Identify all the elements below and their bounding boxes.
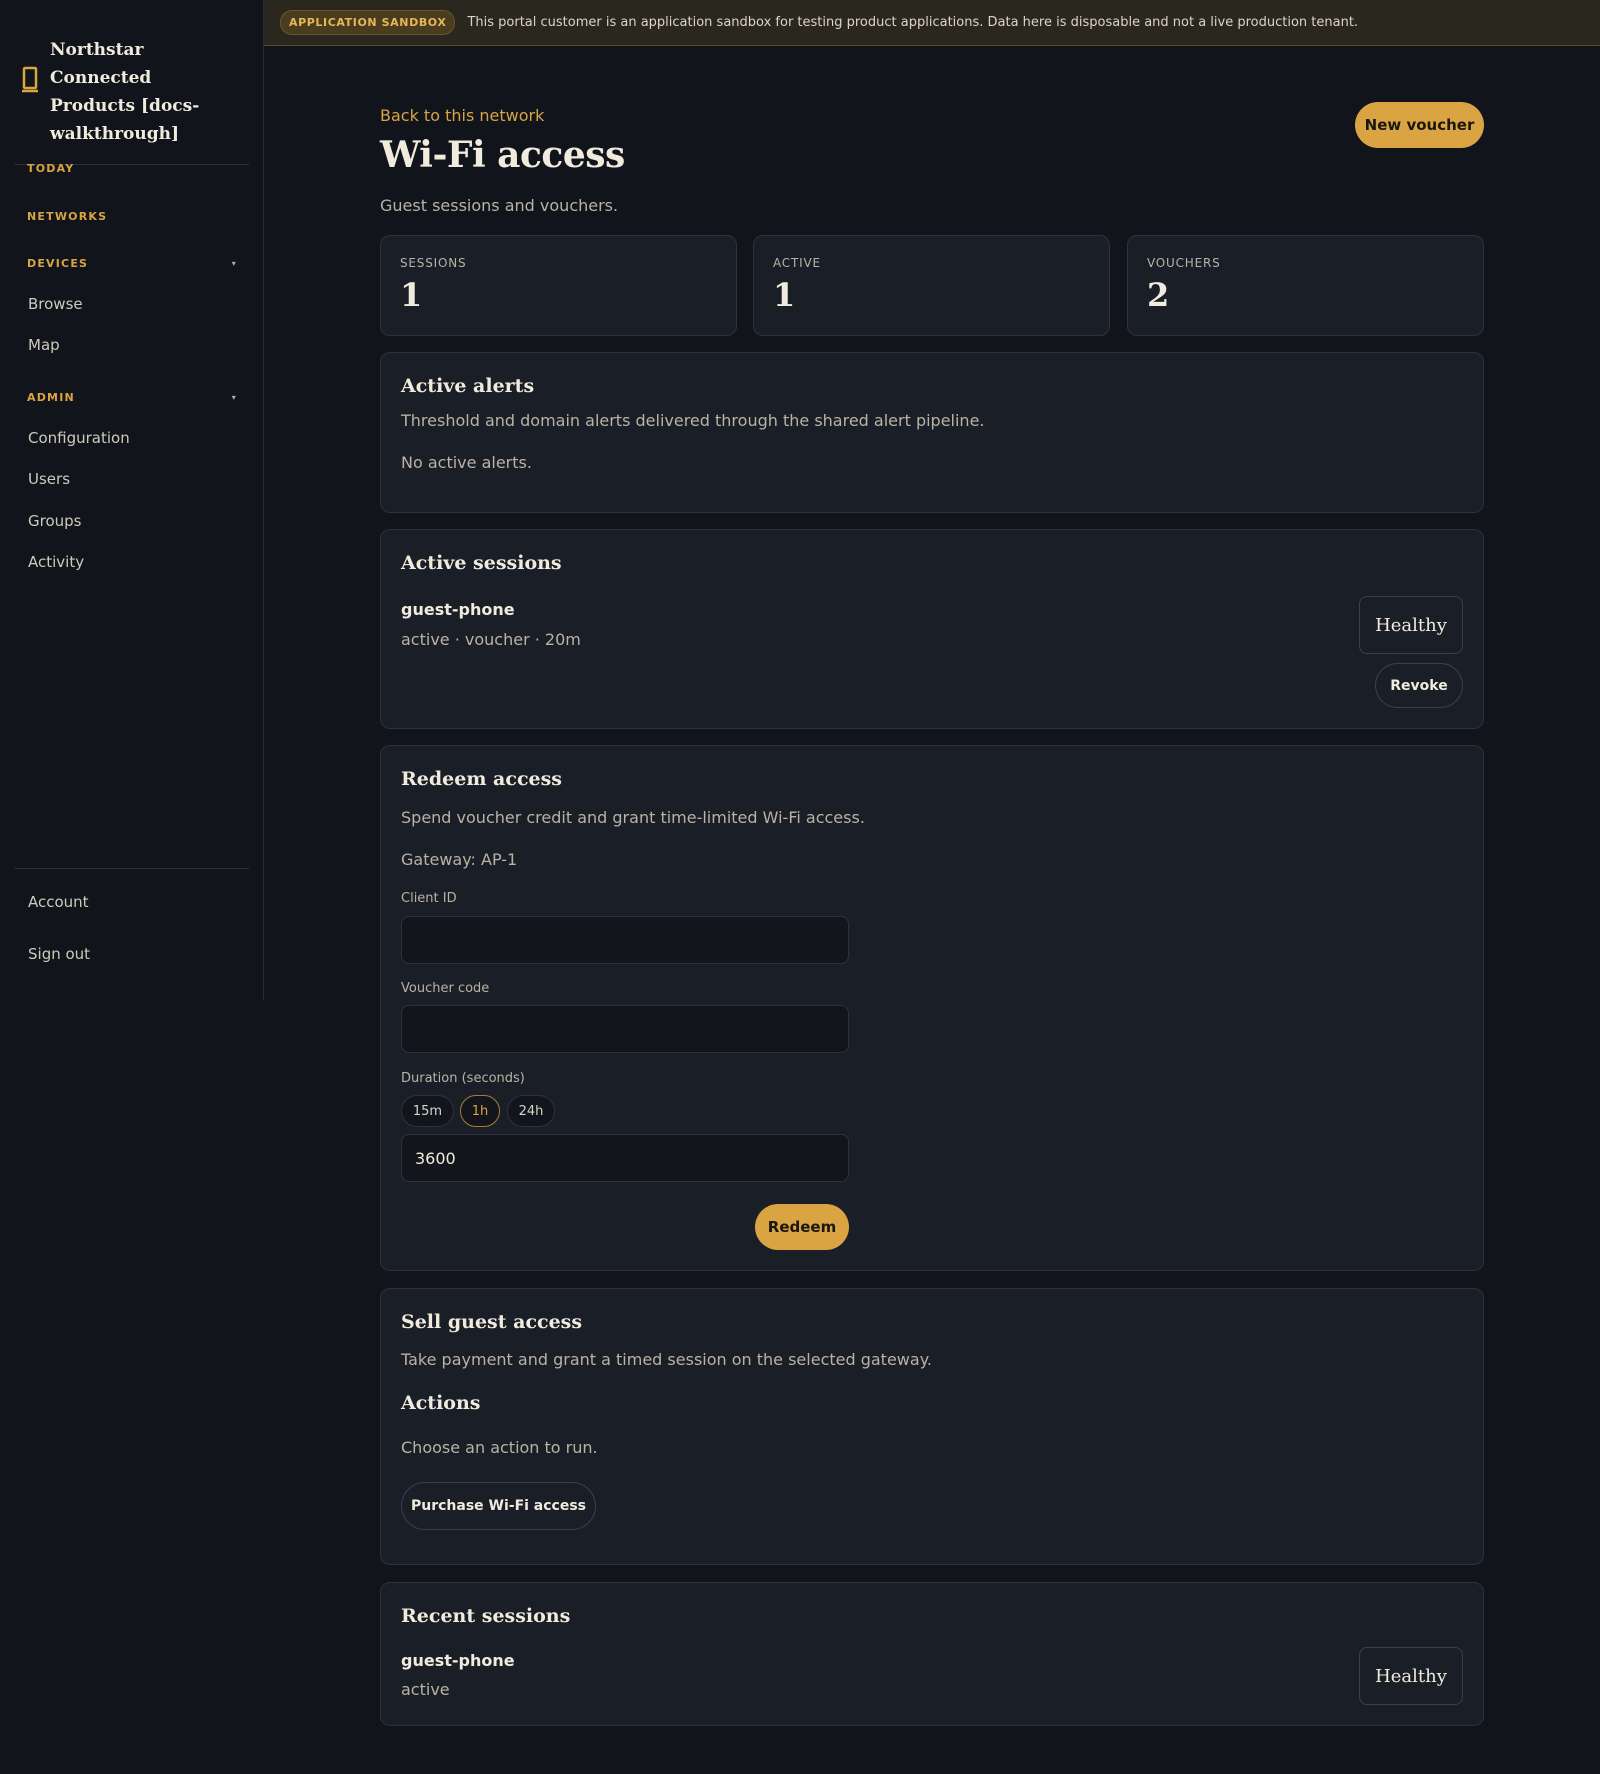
- page-subtitle: Guest sessions and vouchers.: [380, 196, 619, 215]
- gateway-label: Gateway: AP-1: [401, 850, 518, 869]
- stat-card-vouchers: VOUCHERS 2: [1127, 235, 1484, 336]
- sidebar: Northstar Connected Products [docs-walkt…: [0, 0, 264, 1000]
- recent-sessions-card: Recent sessions guest-phone active Healt…: [380, 1582, 1484, 1726]
- sidebar-divider: [14, 868, 249, 869]
- client-id-input[interactable]: [401, 916, 849, 964]
- stat-value: 1: [400, 276, 423, 314]
- stat-label: VOUCHERS: [1147, 256, 1221, 270]
- device-icon: [22, 66, 38, 93]
- duration-chip-24h[interactable]: 24h: [507, 1095, 555, 1127]
- redeem-card: Redeem access Spend voucher credit and g…: [380, 745, 1484, 1271]
- stat-card-active: ACTIVE 1: [753, 235, 1110, 336]
- session-meta: active · voucher · 20m: [401, 630, 581, 649]
- voucher-code-input[interactable]: [401, 1005, 849, 1053]
- nav-devices-label: DEVICES: [27, 257, 89, 270]
- alerts-title: Active alerts: [401, 375, 535, 397]
- session-meta: active: [401, 1680, 450, 1699]
- nav-devices[interactable]: DEVICES ▾: [27, 257, 237, 270]
- sidebar-item-groups[interactable]: Groups: [28, 512, 81, 530]
- session-name: guest-phone: [401, 600, 515, 619]
- sandbox-banner: APPLICATION SANDBOX This portal customer…: [264, 0, 1600, 46]
- nav-admin[interactable]: ADMIN ▾: [27, 391, 237, 404]
- stat-card-sessions: SESSIONS 1: [380, 235, 737, 336]
- purchase-wifi-button[interactable]: Purchase Wi-Fi access: [401, 1482, 596, 1530]
- sell-title: Sell guest access: [401, 1311, 583, 1333]
- recent-sessions-title: Recent sessions: [401, 1605, 571, 1627]
- redeem-description: Spend voucher credit and grant time-limi…: [401, 808, 865, 827]
- stat-label: SESSIONS: [400, 256, 467, 270]
- chevron-down-icon: ▾: [231, 393, 237, 402]
- sidebar-item-users[interactable]: Users: [28, 470, 70, 488]
- sidebar-item-activity[interactable]: Activity: [28, 553, 84, 571]
- stat-label: ACTIVE: [773, 256, 821, 270]
- duration-label: Duration (seconds): [401, 1071, 525, 1086]
- duration-input[interactable]: [401, 1134, 849, 1182]
- redeem-button[interactable]: Redeem: [755, 1204, 849, 1250]
- page-title: Wi-Fi access: [380, 134, 625, 176]
- client-id-label: Client ID: [401, 891, 457, 906]
- voucher-code-label: Voucher code: [401, 981, 490, 996]
- sell-description: Take payment and grant a timed session o…: [401, 1350, 932, 1369]
- redeem-title: Redeem access: [401, 768, 562, 790]
- stat-value: 1: [773, 276, 796, 314]
- chevron-down-icon: ▾: [231, 259, 237, 268]
- status-badge: Healthy: [1359, 1647, 1463, 1705]
- duration-chip-15m[interactable]: 15m: [401, 1095, 454, 1127]
- alerts-empty: No active alerts.: [401, 453, 532, 472]
- status-badge: Healthy: [1359, 596, 1463, 654]
- back-link[interactable]: Back to this network: [380, 106, 544, 125]
- sidebar-item-account[interactable]: Account: [28, 893, 89, 911]
- brand[interactable]: Northstar Connected Products [docs-walkt…: [14, 36, 249, 165]
- alerts-card: Active alerts Threshold and domain alert…: [380, 352, 1484, 513]
- duration-chip-1h[interactable]: 1h: [460, 1095, 500, 1127]
- session-name: guest-phone: [401, 1651, 515, 1670]
- sidebar-item-map[interactable]: Map: [28, 336, 60, 354]
- stat-value: 2: [1147, 276, 1170, 314]
- sidebar-item-configuration[interactable]: Configuration: [28, 429, 130, 447]
- new-voucher-button[interactable]: New voucher: [1355, 102, 1484, 148]
- sandbox-badge: APPLICATION SANDBOX: [280, 10, 456, 35]
- active-sessions-card: Active sessions guest-phone active · vou…: [380, 529, 1484, 729]
- nav-networks-label: NETWORKS: [27, 210, 108, 223]
- nav-networks[interactable]: NETWORKS: [27, 210, 237, 223]
- nav-today-label: TODAY: [27, 162, 75, 175]
- actions-text: Choose an action to run.: [401, 1438, 598, 1457]
- alerts-description: Threshold and domain alerts delivered th…: [401, 411, 985, 430]
- actions-title: Actions: [401, 1392, 481, 1414]
- sidebar-item-browse[interactable]: Browse: [28, 295, 83, 313]
- banner-text: This portal customer is an application s…: [467, 15, 1359, 30]
- active-sessions-title: Active sessions: [401, 552, 562, 574]
- nav-admin-label: ADMIN: [27, 391, 75, 404]
- brand-title: Northstar Connected Products [docs-walkt…: [50, 40, 200, 144]
- nav-today[interactable]: TODAY: [27, 162, 237, 175]
- revoke-button[interactable]: Revoke: [1375, 663, 1463, 708]
- sidebar-item-sign-out[interactable]: Sign out: [28, 945, 90, 963]
- sell-card: Sell guest access Take payment and grant…: [380, 1288, 1484, 1565]
